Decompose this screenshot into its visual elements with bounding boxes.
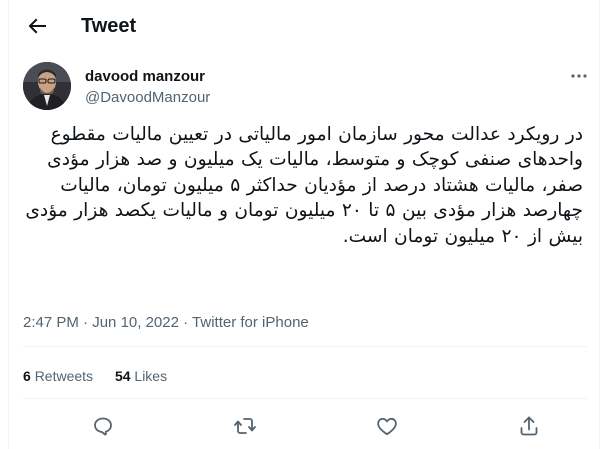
tweet-source[interactable]: Twitter for iPhone <box>192 314 309 331</box>
retweets-stat[interactable]: 6 Retweets <box>23 368 93 384</box>
meta-separator: · <box>183 314 189 331</box>
likes-label: Likes <box>134 368 168 384</box>
retweet-icon[interactable] <box>233 414 257 438</box>
page-title: Tweet <box>81 15 137 37</box>
tweet-stats: 6 Retweets 54 Likes <box>23 367 185 385</box>
tweet-actions <box>23 412 587 440</box>
tweet-date[interactable]: Jun 10, 2022 <box>92 314 179 331</box>
tweet-metadata: 2:47 PM · Jun 10, 2022 · Twitter for iPh… <box>23 314 309 332</box>
reply-icon[interactable] <box>91 414 115 438</box>
tweet-panel: Tweet davood manzour @DavoodManzour در ر… <box>8 0 600 449</box>
more-options-icon[interactable] <box>569 66 589 86</box>
divider <box>23 398 587 399</box>
heart-icon[interactable] <box>375 414 399 438</box>
retweets-label: Retweets <box>34 368 94 384</box>
back-arrow-icon[interactable] <box>25 14 49 38</box>
likes-stat[interactable]: 54 Likes <box>115 368 167 384</box>
author-handle[interactable]: @DavoodManzour <box>85 89 210 107</box>
tweet-text: در رویکرد عدالت محور سازمان امور مالیاتی… <box>25 124 583 247</box>
author-display-name[interactable]: davood manzour <box>85 68 205 86</box>
share-icon[interactable] <box>517 414 541 438</box>
avatar[interactable] <box>23 62 71 110</box>
likes-count: 54 <box>114 368 131 384</box>
retweets-count: 6 <box>23 368 31 384</box>
tweet-author: davood manzour @DavoodManzour <box>23 62 593 114</box>
divider <box>23 346 587 347</box>
tweet-time[interactable]: 2:47 PM <box>23 314 79 331</box>
header: Tweet <box>9 0 599 52</box>
meta-separator: · <box>83 314 89 331</box>
